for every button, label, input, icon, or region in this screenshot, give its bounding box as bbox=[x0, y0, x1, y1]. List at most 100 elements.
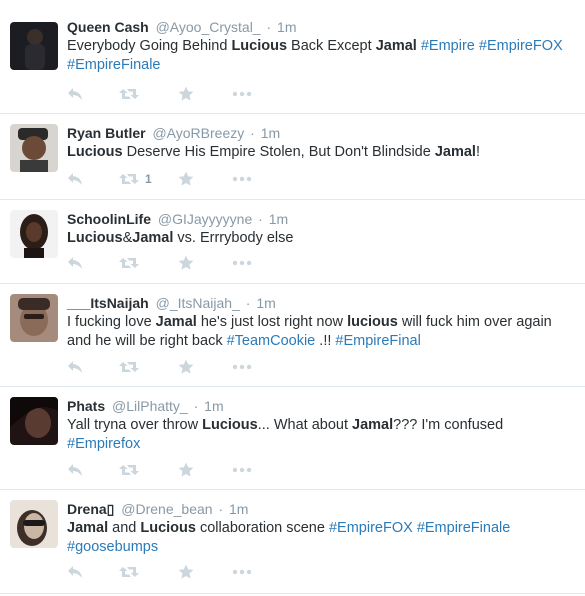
user-name[interactable]: Queen Cash bbox=[67, 19, 149, 35]
separator-dot: · bbox=[245, 295, 251, 311]
hashtag-link[interactable]: #EmpireFinale bbox=[417, 520, 511, 536]
star-icon bbox=[178, 255, 194, 271]
favorite-button[interactable] bbox=[178, 461, 194, 479]
avatar-photo bbox=[10, 500, 58, 548]
more-button[interactable] bbox=[232, 254, 252, 272]
timestamp[interactable]: 1m bbox=[261, 125, 280, 141]
tweet-text-segment: collaboration scene bbox=[195, 520, 329, 536]
separator-dot: · bbox=[266, 19, 272, 35]
user-name[interactable]: Drena▯ bbox=[67, 501, 114, 517]
tweet-content: Queen Cash @Ayoo_Crystal_ · 1m Everybody… bbox=[67, 18, 577, 75]
user-name[interactable]: Ryan Butler bbox=[67, 125, 146, 141]
retweet-button[interactable]: 1 bbox=[119, 170, 152, 188]
hashtag-link[interactable]: #EmpireFOX bbox=[329, 520, 413, 536]
tweet-content: SchoolinLife @GIJayyyyyne · 1m Lucious&J… bbox=[67, 210, 577, 248]
avatar[interactable] bbox=[10, 397, 58, 445]
hashtag-link[interactable]: #EmpireFOX bbox=[479, 38, 563, 54]
tweet-text: Lucious Deserve His Empire Stolen, But D… bbox=[67, 143, 577, 162]
tweet[interactable]: Drena▯ @Drene_bean · 1m Jamal and Luciou… bbox=[0, 490, 585, 594]
user-name[interactable]: ___ItsNaijah bbox=[67, 295, 149, 311]
separator-dot: · bbox=[250, 125, 255, 141]
favorite-button[interactable] bbox=[178, 563, 194, 581]
highlighted-keyword: lucious bbox=[347, 314, 398, 330]
timestamp[interactable]: 1m bbox=[256, 295, 275, 311]
retweet-icon bbox=[119, 256, 139, 270]
avatar-photo bbox=[10, 124, 58, 172]
more-button[interactable] bbox=[232, 461, 252, 479]
reply-button[interactable] bbox=[67, 85, 83, 103]
user-handle[interactable]: @LilPhatty_ bbox=[112, 398, 188, 414]
timestamp[interactable]: 1m bbox=[277, 19, 296, 35]
more-icon bbox=[232, 176, 252, 182]
timestamp[interactable]: 1m bbox=[229, 501, 248, 517]
favorite-button[interactable] bbox=[178, 358, 194, 376]
tweet-text: Jamal and Lucious collaboration scene #E… bbox=[67, 519, 577, 557]
more-icon bbox=[232, 364, 252, 370]
favorite-button[interactable] bbox=[178, 170, 194, 188]
tweet-content: ___ItsNaijah @_ItsNaijah_ · 1m I fucking… bbox=[67, 294, 577, 351]
star-icon bbox=[178, 359, 194, 375]
reply-button[interactable] bbox=[67, 563, 83, 581]
more-icon bbox=[232, 91, 252, 97]
avatar[interactable] bbox=[10, 124, 58, 172]
reply-button[interactable] bbox=[67, 461, 83, 479]
star-icon bbox=[178, 171, 194, 187]
timestamp[interactable]: 1m bbox=[204, 398, 223, 414]
avatar[interactable] bbox=[10, 210, 58, 258]
more-button[interactable] bbox=[232, 170, 252, 188]
user-handle[interactable]: @Ayoo_Crystal_ bbox=[156, 19, 261, 35]
tweet-text-segment: .!! bbox=[315, 333, 336, 349]
tweet[interactable]: ___ItsNaijah @_ItsNaijah_ · 1m I fucking… bbox=[0, 284, 585, 387]
retweet-button[interactable] bbox=[119, 254, 139, 272]
user-handle[interactable]: @Drene_bean bbox=[121, 501, 212, 517]
hashtag-link[interactable]: #goosebumps bbox=[67, 539, 158, 555]
hashtag-link[interactable]: #EmpireFinale bbox=[67, 57, 161, 73]
more-button[interactable] bbox=[232, 358, 252, 376]
retweet-button[interactable] bbox=[119, 85, 139, 103]
hashtag-link[interactable]: #Empire bbox=[421, 38, 475, 54]
hashtag-link[interactable]: #Empirefox bbox=[67, 436, 140, 452]
retweet-icon bbox=[119, 87, 139, 101]
retweet-button[interactable] bbox=[119, 461, 139, 479]
user-name[interactable]: SchoolinLife bbox=[67, 211, 151, 227]
reply-button[interactable] bbox=[67, 254, 83, 272]
separator-dot: · bbox=[218, 501, 224, 517]
reply-icon bbox=[67, 463, 83, 477]
tweet-text-segment: ??? I'm confused bbox=[393, 417, 504, 433]
avatar[interactable] bbox=[10, 294, 58, 342]
reply-button[interactable] bbox=[67, 170, 83, 188]
user-name[interactable]: Phats bbox=[67, 398, 105, 414]
avatar-photo bbox=[10, 397, 58, 445]
retweet-button[interactable] bbox=[119, 358, 139, 376]
tweet[interactable]: Ryan Butler @AyoRBreezy · 1m Lucious Des… bbox=[0, 114, 585, 200]
separator-dot: · bbox=[193, 398, 199, 414]
tweet-header: Phats @LilPhatty_ · 1m bbox=[67, 397, 577, 415]
tweet[interactable]: Queen Cash @Ayoo_Crystal_ · 1m Everybody… bbox=[0, 8, 585, 114]
tweet[interactable]: Phats @LilPhatty_ · 1m Yall tryna over t… bbox=[0, 387, 585, 490]
hashtag-link[interactable]: #EmpireFinal bbox=[335, 333, 420, 349]
favorite-button[interactable] bbox=[178, 85, 194, 103]
retweet-icon bbox=[119, 565, 139, 579]
separator-dot: · bbox=[258, 211, 263, 227]
user-handle[interactable]: @AyoRBreezy bbox=[152, 125, 244, 141]
hashtag-link[interactable]: #TeamCookie bbox=[227, 333, 316, 349]
more-icon bbox=[232, 467, 252, 473]
more-icon bbox=[232, 569, 252, 575]
tweet-text: Yall tryna over throw Lucious... What ab… bbox=[67, 416, 577, 454]
reply-icon bbox=[67, 565, 83, 579]
more-button[interactable] bbox=[232, 563, 252, 581]
favorite-button[interactable] bbox=[178, 254, 194, 272]
retweet-icon bbox=[119, 463, 139, 477]
more-button[interactable] bbox=[232, 85, 252, 103]
tweet-content: Drena▯ @Drene_bean · 1m Jamal and Luciou… bbox=[67, 500, 577, 557]
avatar[interactable] bbox=[10, 500, 58, 548]
retweet-button[interactable] bbox=[119, 563, 139, 581]
reply-button[interactable] bbox=[67, 358, 83, 376]
avatar[interactable] bbox=[10, 22, 58, 70]
user-handle[interactable]: @_ItsNaijah_ bbox=[156, 295, 240, 311]
timestamp[interactable]: 1m bbox=[269, 211, 288, 227]
tweet-text-segment: Back Except bbox=[287, 38, 376, 54]
user-handle[interactable]: @GIJayyyyyne bbox=[158, 211, 252, 227]
highlighted-keyword: Jamal bbox=[155, 314, 197, 330]
tweet[interactable]: SchoolinLife @GIJayyyyyne · 1m Lucious&J… bbox=[0, 200, 585, 284]
